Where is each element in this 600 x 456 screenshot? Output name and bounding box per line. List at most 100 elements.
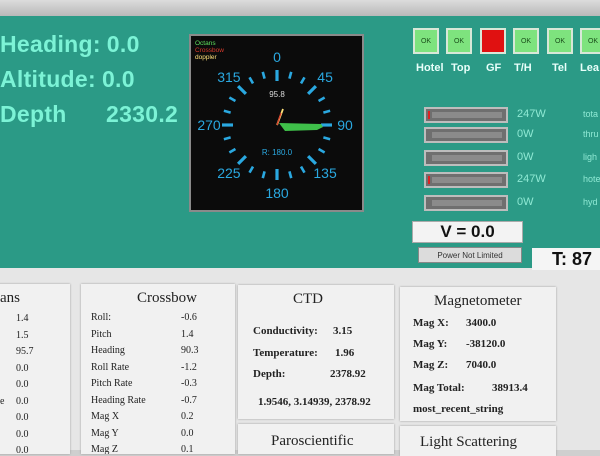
- power-value-ligh: 0W: [517, 151, 534, 163]
- status-button-th[interactable]: OK: [513, 28, 539, 54]
- status-label-lea: Lea: [580, 62, 599, 74]
- compass-tick: [288, 171, 293, 179]
- compass-label-225: 225: [217, 165, 241, 181]
- ctd-conductivity-value: 3.15: [333, 325, 353, 337]
- status-label-hotel: Hotel: [416, 62, 444, 74]
- row-label: Pitch Rate: [91, 378, 133, 389]
- status-button-top[interactable]: OK: [446, 28, 472, 54]
- heading-readout: Heading: 0.0: [0, 31, 140, 58]
- row-value: 0.0: [181, 427, 194, 439]
- heading-compass: Octans Crossbow doppler 0 45 90 135 180 225 27…: [189, 34, 364, 212]
- power-bar-track: [432, 200, 502, 206]
- row-label: Heading: [91, 345, 125, 356]
- ctd-raw-string: 1.9546, 3.14939, 2378.92: [258, 396, 371, 408]
- mag-total-label: Mag Total:: [413, 382, 465, 394]
- card-paroscientific-title: Paroscientific: [271, 433, 354, 449]
- status-button-lea[interactable]: OK: [580, 28, 600, 54]
- altitude-value: 0.0: [101, 66, 135, 92]
- mag-y-value: -38120.0: [466, 338, 506, 350]
- compass-label-45: 45: [317, 69, 333, 85]
- row-value: 0.2: [181, 411, 194, 422]
- row-label: Mag X: [91, 411, 120, 422]
- ctd-depth-label: Depth:: [253, 368, 286, 380]
- card-crossbow: Crossbow Roll: -0.6 Pitch 1.4 Heading 90.3 Rol…: [81, 284, 235, 454]
- compass-label-180: 180: [265, 185, 289, 201]
- compass-tick: [306, 84, 318, 96]
- row-value: 0.0: [16, 362, 29, 374]
- compass-label-270: 270: [197, 117, 221, 133]
- mag-x-value: 3400.0: [466, 317, 497, 329]
- compass-center-value: 95.8: [269, 90, 285, 99]
- power-value-thru: 0W: [517, 128, 534, 140]
- row-value: 95.7: [16, 346, 34, 357]
- row-label: Roll Rate: [91, 361, 130, 373]
- status-button-hotel[interactable]: OK: [413, 28, 439, 54]
- row-label: Heading Rate: [91, 394, 146, 406]
- compass-tick: [228, 96, 237, 103]
- compass-tick: [323, 109, 331, 114]
- power-bar-track: [432, 112, 502, 118]
- mag-x-label: Mag X:: [413, 317, 449, 329]
- compass-tick: [299, 76, 306, 85]
- temperature-display: T: 87: [532, 248, 600, 270]
- power-bar-tota: [424, 107, 508, 123]
- compass-tick: [317, 96, 326, 103]
- depth-label: Depth: [0, 101, 67, 127]
- status-label-tel: Tel: [552, 62, 568, 74]
- row-label: Pitch: [91, 328, 112, 340]
- status-button-tel[interactable]: OK: [547, 28, 573, 54]
- row-value: 1.4: [181, 328, 194, 340]
- octans-needle: [279, 123, 323, 131]
- card-light-scattering-title: Light Scattering: [420, 434, 518, 450]
- row-value: 1.5: [16, 329, 29, 341]
- row-label: Mag Y: [91, 427, 119, 439]
- mag-z-label: Mag Z:: [413, 359, 449, 371]
- row-label: Roll:: [91, 312, 112, 323]
- power-name-hyd: hyd: [583, 197, 598, 207]
- card-ctd-title: CTD: [293, 291, 323, 307]
- ctd-temperature-value: 1.96: [335, 347, 355, 359]
- ctd-depth-value: 2378.92: [330, 368, 366, 380]
- mag-recent-string: most_recent_string: [413, 403, 504, 415]
- mag-z-value: 7040.0: [466, 359, 497, 371]
- row-value: 0.0: [16, 428, 29, 440]
- card-partial: ans 1.4 1.5 95.7 0.0 0.0 e 0.0 0.0 0.0 0.0: [0, 284, 70, 454]
- row-value: 90.3: [181, 345, 199, 356]
- status-label-top: Top: [451, 62, 471, 74]
- power-bar-ligh: [424, 150, 508, 166]
- heading-label: Heading:: [0, 31, 101, 57]
- power-bar-hote: [424, 172, 508, 188]
- row-value: 1.4: [16, 313, 29, 324]
- compass-tick: [323, 136, 331, 141]
- power-bar-hyd: [424, 195, 508, 211]
- compass-label-0: 0: [273, 49, 281, 65]
- compass-tick: [223, 109, 231, 114]
- status-button-gf[interactable]: [480, 28, 506, 54]
- heading-value: 0.0: [106, 31, 140, 57]
- status-label-gf: GF: [486, 62, 502, 74]
- row-value: -0.7: [181, 394, 197, 406]
- compass-tick: [236, 84, 248, 96]
- compass-tick: [248, 76, 255, 85]
- power-name-ligh: ligh: [583, 152, 598, 162]
- row-value: -0.6: [181, 312, 197, 323]
- power-bar-track: [432, 177, 502, 183]
- compass-label-135: 135: [313, 165, 337, 181]
- power-value-hyd: 0W: [517, 196, 534, 208]
- row-value: 0.0: [16, 379, 29, 390]
- compass-tick: [288, 71, 293, 79]
- ctd-temperature-label: Temperature:: [253, 347, 318, 359]
- card-crossbow-title: Crossbow: [137, 290, 198, 306]
- card-light-scattering: Light Scattering: [400, 426, 556, 456]
- row-value: -0.3: [181, 378, 197, 389]
- depth-readout: Depth 2330.2: [0, 101, 178, 128]
- power-bar-track: [432, 132, 502, 138]
- compass-tick: [248, 165, 255, 174]
- ctd-conductivity-label: Conductivity:: [253, 325, 318, 337]
- power-bar-fill: [428, 176, 431, 184]
- power-bar-track: [432, 155, 502, 161]
- compass-label-90: 90: [337, 117, 353, 133]
- compass-tick: [261, 171, 266, 179]
- status-label-th: T/H: [514, 62, 532, 74]
- power-status-button[interactable]: Power Not Limited: [418, 247, 522, 263]
